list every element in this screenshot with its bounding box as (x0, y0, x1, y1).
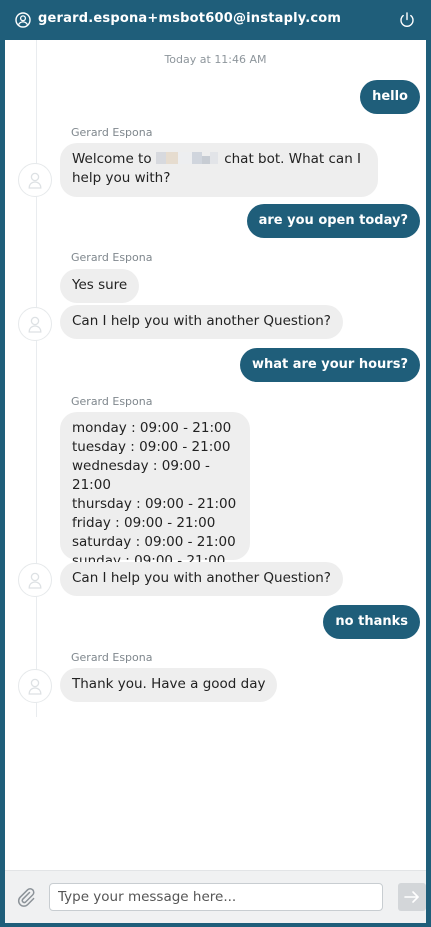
timestamp: Today at 11:46 AM (164, 53, 267, 66)
avatar-person-icon (28, 678, 42, 695)
header-title: gerard.espona+msbot600@instaply.com (38, 11, 342, 26)
avatar-person-icon (28, 572, 42, 589)
avatar (18, 307, 52, 341)
sender-name: Gerard Espona (71, 651, 153, 664)
chat-window: gerard.espona+msbot600@instaply.com Toda… (0, 0, 431, 927)
outgoing-message: no thanks (323, 605, 420, 639)
outgoing-message: are you open today? (246, 204, 420, 238)
sender-name: Gerard Espona (71, 251, 153, 264)
message-text: chat bot. What can I (224, 151, 362, 167)
incoming-message: Thank you. Have a good day (60, 668, 278, 702)
message-text: help you with? (72, 170, 171, 186)
incoming-message: Yes sure (60, 269, 140, 303)
message-text: Welcome to (72, 151, 152, 167)
chat-header: gerard.espona+msbot600@instaply.com (5, 0, 426, 40)
hours-line: wednesday : 09:00 - 21:00 (72, 458, 210, 493)
hours-line: saturday : 09:00 - 21:00 (72, 534, 236, 550)
sender-name: Gerard Espona (71, 395, 153, 408)
avatar (18, 163, 52, 197)
incoming-message: Welcome to chat bot. What can I help you… (60, 143, 378, 197)
incoming-message: monday : 09:00 - 21:00 tuesday : 09:00 -… (60, 412, 250, 569)
sender-name: Gerard Espona (71, 126, 153, 139)
incoming-message: Can I help you with another Question? (60, 305, 343, 339)
arrow-right-icon (404, 891, 419, 903)
send-button[interactable] (398, 883, 426, 911)
user-circle-icon (15, 12, 31, 28)
avatar (18, 669, 52, 703)
redacted-text (155, 152, 218, 164)
avatar (18, 563, 52, 597)
avatar-person-icon (28, 316, 42, 333)
message-input[interactable] (49, 883, 383, 911)
power-icon[interactable] (398, 11, 416, 29)
timeline-divider (36, 40, 37, 717)
hours-line: tuesday : 09:00 - 21:00 (72, 439, 231, 455)
hours-line: thursday : 09:00 - 21:00 (72, 496, 237, 512)
paperclip-icon[interactable] (15, 886, 37, 908)
message-composer (5, 870, 426, 923)
outgoing-message: what are your hours? (239, 348, 420, 382)
hours-line: friday : 09:00 - 21:00 (72, 515, 216, 531)
incoming-message: Can I help you with another Question? (60, 562, 343, 596)
outgoing-message: hello (360, 80, 420, 114)
avatar-person-icon (28, 172, 42, 189)
message-thread[interactable]: Today at 11:46 AM hello Gerard Espona We… (5, 40, 426, 867)
hours-line: monday : 09:00 - 21:00 (72, 420, 232, 436)
